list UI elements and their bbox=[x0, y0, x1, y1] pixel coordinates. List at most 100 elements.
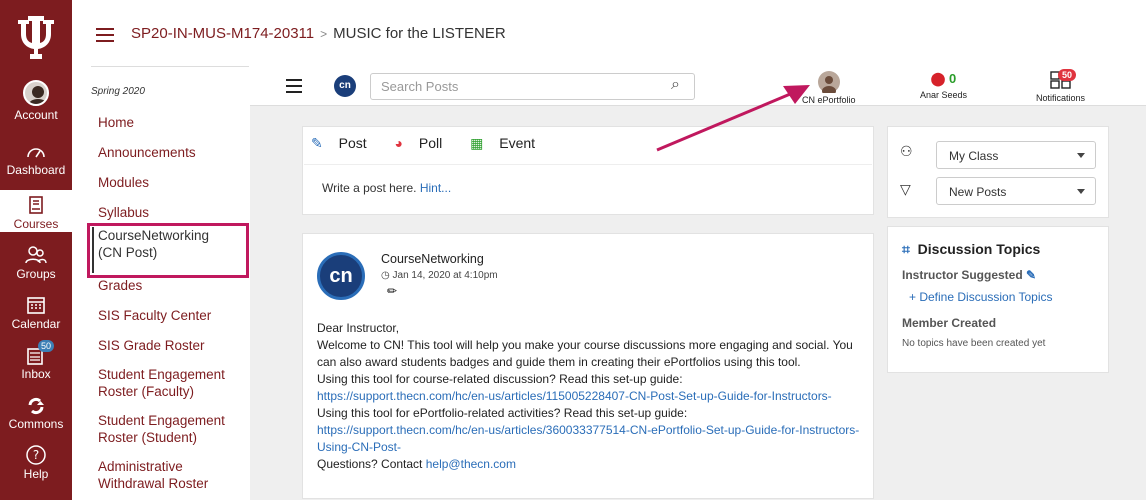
class-select-value: My Class bbox=[949, 149, 999, 163]
search-posts-input[interactable]: Search Posts ⌕ bbox=[370, 73, 695, 100]
tab-event[interactable]: ▦ Event bbox=[470, 135, 547, 151]
course-nav-sis-faculty-center[interactable]: SIS Faculty Center bbox=[98, 307, 211, 324]
highlight-box bbox=[87, 223, 249, 278]
discussion-topics-panel: ⌗ Discussion Topics Instructor Suggested… bbox=[887, 226, 1109, 373]
tab-event-label: Event bbox=[499, 135, 536, 151]
notifications-badge: 50 bbox=[1058, 69, 1077, 81]
sort-select[interactable]: New Posts bbox=[936, 177, 1096, 205]
poll-pie-icon: ◕ bbox=[394, 135, 403, 151]
post-prompt: Write a post here. bbox=[322, 181, 417, 195]
guide-link-eportfolio[interactable]: https://support.thecn.com/hc/en-us/artic… bbox=[317, 423, 859, 454]
tab-poll[interactable]: ◕ Poll bbox=[395, 135, 455, 151]
commons-icon bbox=[28, 397, 44, 415]
instructor-suggested-label: Instructor Suggested bbox=[902, 268, 1023, 282]
annotation-arrow bbox=[656, 85, 810, 152]
pencil-badge-icon: ✏ bbox=[387, 284, 398, 298]
feed-post: cn CourseNetworking ◷ Jan 14, 2020 at 4:… bbox=[302, 233, 874, 499]
guide-link-cn-post[interactable]: https://support.thecn.com/hc/en-us/artic… bbox=[317, 389, 832, 403]
nav-account-label: Account bbox=[14, 108, 58, 122]
nav-groups[interactable]: Groups bbox=[0, 244, 72, 281]
discussion-icon: ⌗ bbox=[902, 241, 910, 257]
notifications-label: Notifications bbox=[1036, 93, 1086, 103]
term-label: Spring 2020 bbox=[91, 86, 145, 97]
post-date: ◷ Jan 14, 2020 at 4:10pm bbox=[381, 270, 498, 281]
iu-logo[interactable] bbox=[14, 12, 58, 60]
binoculars-icon: ⚇ bbox=[900, 143, 913, 159]
filter-panel: ⚇ My Class ▽ New Posts bbox=[887, 126, 1109, 218]
no-topics-text: No topics have been created yet bbox=[902, 338, 1046, 349]
post-input[interactable]: Write a post here. Hint... bbox=[304, 164, 872, 214]
tab-post-label: Post bbox=[338, 135, 367, 151]
post-body: Dear Instructor, Welcome to CN! This too… bbox=[317, 320, 867, 473]
filter-icon: ▽ bbox=[900, 181, 911, 197]
define-topics-link[interactable]: + Define Discussion Topics bbox=[909, 290, 1053, 304]
nav-courses[interactable]: Courses bbox=[0, 190, 72, 232]
nav-help[interactable]: ? Help bbox=[0, 444, 72, 481]
calendar-icon bbox=[27, 297, 45, 314]
course-nav-modules[interactable]: Modules bbox=[98, 174, 149, 191]
edit-pencil-icon[interactable]: ✎ bbox=[1026, 268, 1036, 282]
course-nav-syllabus[interactable]: Syllabus bbox=[98, 204, 149, 221]
tab-post[interactable]: ✎ Post bbox=[311, 135, 379, 151]
nav-groups-label: Groups bbox=[16, 267, 56, 281]
breadcrumb-course[interactable]: SP20-IN-MUS-M174-20311 bbox=[131, 25, 314, 42]
class-select[interactable]: My Class bbox=[936, 141, 1096, 169]
course-header: SP20-IN-MUS-M174-20311 > MUSIC for the LIS… bbox=[72, 0, 1146, 66]
breadcrumb-separator-icon: > bbox=[320, 27, 328, 41]
sort-select-value: New Posts bbox=[949, 185, 1007, 199]
nav-calendar-label: Calendar bbox=[11, 317, 61, 331]
cn-menu-icon[interactable] bbox=[286, 79, 302, 97]
nav-dashboard-label: Dashboard bbox=[6, 163, 66, 177]
event-calendar-icon: ▦ bbox=[470, 135, 484, 151]
anar-label: Anar Seeds bbox=[920, 90, 968, 100]
notifications-button[interactable]: 50 Notifications bbox=[1036, 69, 1086, 103]
anar-seeds-button[interactable]: ⬤ 0 Anar Seeds bbox=[920, 71, 967, 100]
nav-commons-label: Commons bbox=[8, 417, 64, 431]
dashboard-icon bbox=[27, 148, 45, 158]
post-date-text: Jan 14, 2020 at 4:10pm bbox=[392, 270, 498, 281]
course-nav-withdrawal-roster[interactable]: Administrative Withdrawal Roster bbox=[98, 458, 238, 492]
course-nav-grades[interactable]: Grades bbox=[98, 277, 142, 294]
post-guide-intro-1: Using this tool for course-related discu… bbox=[317, 372, 683, 386]
nav-courses-label: Courses bbox=[13, 217, 59, 231]
course-menu-toggle[interactable] bbox=[96, 28, 114, 46]
courses-icon bbox=[29, 196, 43, 214]
post-author[interactable]: CourseNetworking bbox=[381, 252, 484, 266]
global-nav: Account Dashboard Courses Groups Calenda… bbox=[0, 0, 72, 500]
discussion-title-text: Discussion Topics bbox=[917, 241, 1041, 257]
post-author-avatar[interactable]: cn bbox=[317, 252, 365, 300]
member-created-label: Member Created bbox=[902, 316, 997, 330]
nav-inbox-label: Inbox bbox=[21, 367, 51, 381]
hint-link[interactable]: Hint... bbox=[420, 181, 451, 195]
instructor-suggested: Instructor Suggested ✎ bbox=[902, 268, 1036, 282]
discussion-title: ⌗ Discussion Topics bbox=[902, 241, 1040, 258]
course-nav-sis-grade-roster[interactable]: SIS Grade Roster bbox=[98, 337, 205, 354]
course-nav: Spring 2020 Home Announcements Modules S… bbox=[72, 66, 250, 500]
nav-account[interactable]: Account bbox=[0, 80, 72, 122]
groups-icon bbox=[25, 246, 47, 264]
breadcrumb-page: MUSIC for the LISTENER bbox=[333, 25, 506, 42]
svg-text:?: ? bbox=[33, 448, 39, 462]
help-email-link[interactable]: help@thecn.com bbox=[426, 457, 516, 471]
nav-calendar[interactable]: Calendar bbox=[0, 294, 72, 331]
course-nav-announcements[interactable]: Announcements bbox=[98, 144, 196, 161]
course-nav-home[interactable]: Home bbox=[98, 114, 134, 131]
breadcrumb: SP20-IN-MUS-M174-20311 > MUSIC for the LIS… bbox=[131, 25, 506, 42]
nav-commons[interactable]: Commons bbox=[0, 394, 72, 431]
post-pencil-icon: ✎ bbox=[311, 135, 323, 151]
post-intro: Welcome to CN! This tool will help you m… bbox=[317, 338, 853, 369]
nav-dashboard[interactable]: Dashboard bbox=[0, 140, 72, 177]
post-guide-intro-2: Using this tool for ePortfolio-related a… bbox=[317, 406, 688, 420]
post-contact-text: Questions? Contact bbox=[317, 457, 426, 471]
post-greeting: Dear Instructor, bbox=[317, 321, 400, 335]
cn-logo[interactable]: cn bbox=[334, 75, 356, 97]
account-avatar bbox=[23, 80, 49, 106]
eportfolio-avatar-icon bbox=[817, 71, 840, 96]
chevron-down-icon bbox=[1077, 153, 1085, 158]
chevron-down-icon bbox=[1077, 189, 1085, 194]
tab-poll-label: Poll bbox=[418, 135, 443, 151]
course-nav-engagement-faculty[interactable]: Student Engagement Roster (Faculty) bbox=[98, 366, 238, 400]
nav-inbox[interactable]: 50 Inbox bbox=[0, 340, 72, 381]
course-nav-engagement-student[interactable]: Student Engagement Roster (Student) bbox=[98, 412, 238, 446]
clock-icon: ◷ bbox=[381, 270, 390, 281]
